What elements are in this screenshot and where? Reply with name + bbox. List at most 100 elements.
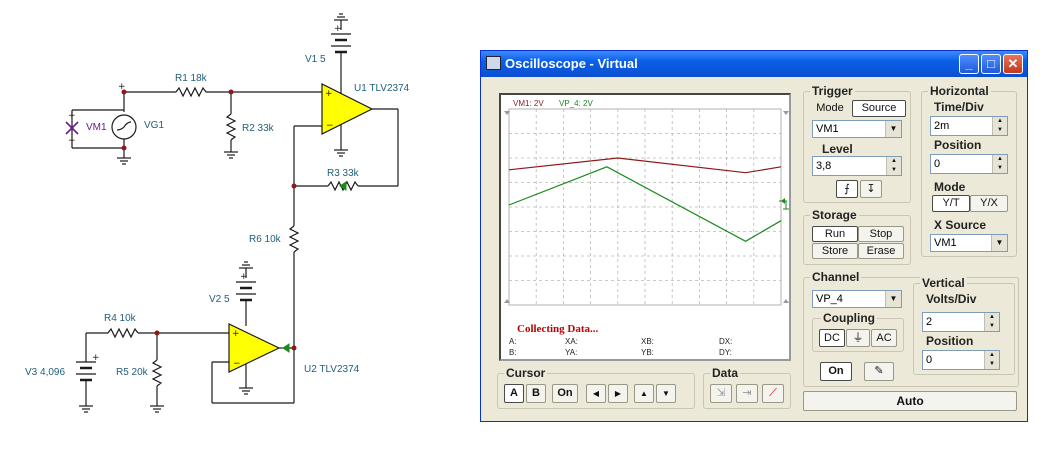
arrow-up-icon: ▲: [640, 389, 648, 398]
spin-arrows-icon: ▲ ▼: [984, 313, 999, 331]
timediv-spinner[interactable]: 2m ▲ ▼: [930, 116, 1008, 136]
cursor-title: Cursor: [504, 366, 548, 380]
trigger-title: Trigger: [810, 84, 855, 98]
readout-xa: XA:: [565, 337, 578, 346]
store-button[interactable]: Store: [812, 243, 858, 259]
plot-grid: [508, 108, 782, 306]
u2-label: U2 TLV2374: [304, 364, 360, 375]
timediv-value: 2m: [934, 120, 950, 132]
spin-arrows-icon: ▲ ▼: [984, 351, 999, 369]
readout-xb: XB:: [641, 337, 654, 346]
xsource-select[interactable]: VM1 ▼: [930, 234, 1008, 252]
cursor-a-button[interactable]: A: [504, 384, 524, 403]
ground-coupling-button[interactable]: ⏚: [846, 329, 870, 347]
channel-select[interactable]: VP_4 ▼: [812, 290, 902, 308]
h-position-spinner[interactable]: 0 ▲ ▼: [930, 154, 1008, 174]
probe-button[interactable]: ✎: [864, 362, 894, 381]
ac-coupling-button[interactable]: AC: [871, 329, 897, 347]
vg1-label: VG1: [144, 120, 165, 131]
dc-coupling-button[interactable]: DC: [819, 329, 845, 347]
trigger-mode-button[interactable]: Mode: [810, 100, 850, 117]
u1-label: U1 TLV2374: [354, 83, 410, 94]
data-import-button[interactable]: ⇲: [710, 384, 732, 403]
falling-edge-button[interactable]: ↧: [860, 180, 882, 198]
arrow-left-icon: ◀: [592, 389, 600, 398]
channel-value: VP_4: [816, 293, 843, 305]
trigger-source-select[interactable]: VM1 ▼: [812, 120, 902, 138]
yt-mode-button[interactable]: Y/T: [932, 195, 970, 212]
cursor-right-button[interactable]: ▶: [608, 384, 628, 403]
channel-on-button[interactable]: On: [820, 362, 852, 381]
data-export-button[interactable]: ⇥: [736, 384, 758, 403]
spin-arrows-icon: ▲ ▼: [992, 155, 1007, 173]
xsource-value: VM1: [934, 237, 957, 249]
h-position-value: 0: [934, 158, 941, 170]
vm1-label: VM1: [86, 122, 107, 133]
r1-label: R1 18k: [175, 73, 207, 84]
cursor-group: Cursor A B On ◀ ▶ ▲ ▼: [497, 366, 695, 409]
voltsdiv-label: Volts/Div: [926, 292, 977, 306]
svg-text:−: −: [68, 136, 76, 146]
horizontal-group: Horizontal Time/Div 2m ▲ ▼ Position 0 ▲ ▼ …: [921, 84, 1017, 257]
rising-edge-button[interactable]: ⨍: [836, 180, 858, 198]
trigger-level-value: 3,8: [816, 160, 832, 172]
cursor-on-button[interactable]: On: [552, 384, 578, 403]
svg-text:−: −: [326, 121, 334, 131]
trigger-source-value: VM1: [816, 123, 839, 135]
oscilloscope-app-icon: [486, 56, 501, 70]
channel-title: Channel: [810, 270, 862, 284]
scope-screen[interactable]: VM1: 2V VP_4: 2V Collecting Data... A: X…: [499, 93, 791, 361]
erase-button[interactable]: Erase: [858, 243, 904, 259]
v2-label: V2 5: [209, 294, 230, 305]
h-mode-label: Mode: [934, 180, 966, 194]
auto-button[interactable]: Auto: [803, 391, 1017, 411]
cursor-up-button[interactable]: ▲: [634, 384, 654, 403]
vertical-title: Vertical: [920, 276, 967, 290]
spin-arrows-icon: ▲ ▼: [886, 157, 901, 175]
trigger-source-button[interactable]: Source: [852, 100, 906, 117]
voltsdiv-value: 2: [926, 316, 933, 328]
stop-button[interactable]: Stop: [858, 226, 904, 242]
v1-label: V1 5: [305, 54, 326, 65]
svg-text:+: +: [92, 353, 100, 363]
minimize-button[interactable]: _: [959, 54, 979, 74]
v-position-label: Position: [926, 334, 974, 348]
export-icon: ⇥: [742, 387, 752, 399]
dropdown-arrow-icon: ▼: [885, 121, 901, 137]
graph-icon: ⟋: [769, 387, 777, 399]
yx-mode-button[interactable]: Y/X: [970, 195, 1008, 212]
r2-label: R2 33k: [242, 123, 274, 134]
timediv-label: Time/Div: [934, 100, 984, 114]
maximize-button[interactable]: □: [981, 54, 1001, 74]
xsource-label: X Source: [934, 218, 987, 232]
cursor-left-button[interactable]: ◀: [586, 384, 606, 403]
trigger-level-spinner[interactable]: 3,8 ▲ ▼: [812, 156, 902, 176]
probe-icon: ✎: [874, 365, 884, 377]
import-icon: ⇲: [716, 387, 726, 399]
run-button[interactable]: Run: [812, 226, 858, 242]
readout-dy: DY:: [719, 348, 732, 357]
r3-label: R3 33k: [327, 168, 359, 179]
svg-text:+: +: [334, 24, 342, 34]
dropdown-arrow-icon: ▼: [991, 235, 1007, 251]
window-title: Oscilloscope - Virtual: [505, 56, 638, 71]
voltsdiv-spinner[interactable]: 2 ▲ ▼: [922, 312, 1000, 332]
oscilloscope-window: Oscilloscope - Virtual _ □ ✕ VM1: 2V VP_…: [480, 50, 1028, 422]
coupling-title: Coupling: [821, 311, 877, 325]
arrow-right-icon: ▶: [614, 389, 622, 398]
cursor-down-button[interactable]: ▼: [656, 384, 676, 403]
coupling-group: Coupling DC ⏚ AC: [812, 311, 904, 352]
svg-text:+: +: [232, 329, 240, 339]
data-graph-button[interactable]: ⟋: [762, 384, 784, 403]
readout-a: A:: [509, 337, 517, 346]
close-button[interactable]: ✕: [1003, 54, 1023, 74]
r6-label: R6 10k: [249, 234, 281, 245]
data-group: Data ⇲ ⇥ ⟋: [703, 366, 791, 409]
cursor-b-button[interactable]: B: [526, 384, 546, 403]
arrow-down-icon: ▼: [662, 389, 670, 398]
title-bar[interactable]: Oscilloscope - Virtual _ □ ✕: [481, 51, 1027, 77]
svg-text:−: −: [233, 359, 241, 369]
v-position-spinner[interactable]: 0 ▲ ▼: [922, 350, 1000, 370]
waveform-plot: [504, 108, 789, 306]
trigger-level-label: Level: [822, 142, 853, 156]
